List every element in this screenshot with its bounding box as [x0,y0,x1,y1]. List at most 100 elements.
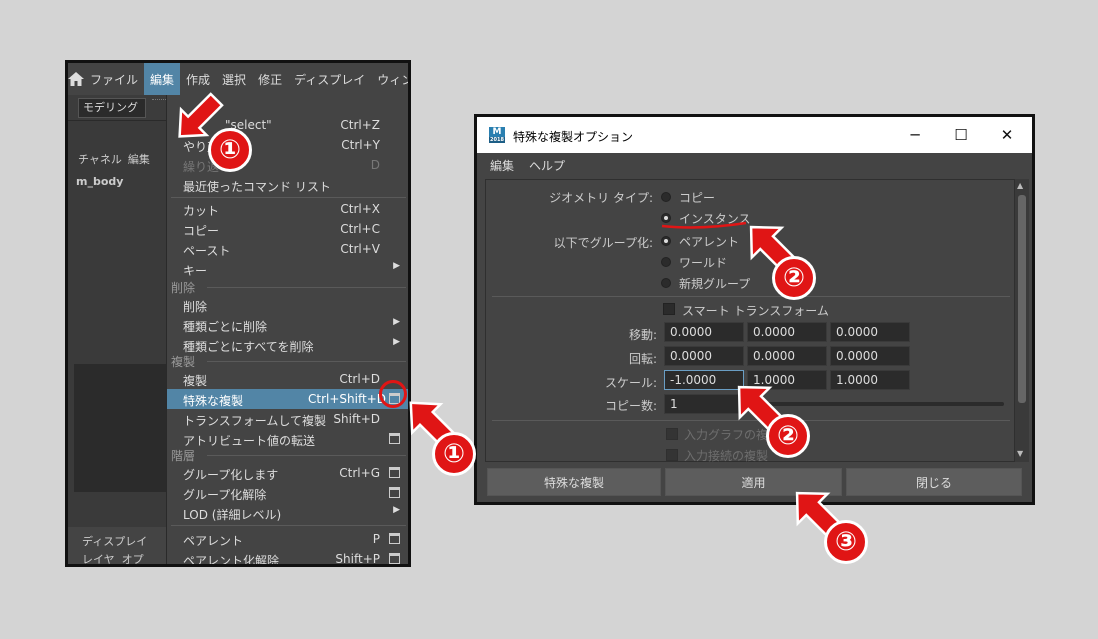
duplicate-special-options-dialog: M 2018 特殊な複製オプション ─ ☐ ✕ 編集 ヘルプ ジオメトリ タイプ:… [474,114,1035,505]
radio-copy[interactable] [661,192,671,202]
divider [492,420,1010,421]
dialog-menu-help[interactable]: ヘルプ [529,157,565,174]
menu-modify[interactable]: 修正 [252,63,288,95]
translate-x-field[interactable]: 0.0000 [664,322,744,342]
mode-select[interactable]: モデリング [78,98,146,118]
main-menubar: ファイル 編集 作成 選択 修正 ディスプレイ ウィンド [68,63,408,95]
scale-label: スケール: [604,376,657,390]
home-icon[interactable] [68,63,84,95]
radio-parent[interactable] [661,236,671,246]
edit-menu-dropdown: "select" Ctrl+Z やり直 Ctrl+Y 繰り返 D 最近使ったコマンド … [166,95,408,564]
radio-instance[interactable] [661,213,671,223]
scroll-down-icon[interactable]: ▼ [1017,449,1023,458]
option-box-icon[interactable] [389,467,400,478]
scale-y-field[interactable]: 1.0000 [747,370,827,390]
scroll-up-icon[interactable]: ▲ [1017,181,1023,190]
menu-item-unparent[interactable]: ペアレント化解除 Shift+P [167,549,408,564]
menu-create[interactable]: 作成 [180,63,216,95]
option-box-icon[interactable] [389,533,400,544]
radio-world[interactable] [661,257,671,267]
menu-item-ungroup[interactable]: グループ化解除 [167,483,408,503]
menu-item-lod[interactable]: LOD (詳細レベル) ▶ [167,503,408,523]
menu-item-repeat[interactable]: 繰り返 D [167,155,408,175]
duplicate-special-button[interactable]: 特殊な複製 [487,468,661,496]
rotate-label: 回転: [628,352,657,366]
menu-item-duplicate-special[interactable]: 特殊な複製 Ctrl+Shift+D [167,389,408,409]
step-1-badge: ① [208,128,252,172]
dialog-scrollbar[interactable]: ▲ ▼ [1015,179,1029,462]
menu-item-duplicate-with-transform[interactable]: トランスフォームして複製 Shift+D [167,409,408,429]
copies-field[interactable]: 1 [664,394,744,414]
minimize-icon[interactable]: ─ [905,125,925,145]
smart-transform-checkbox[interactable] [663,303,675,315]
translate-z-field[interactable]: 0.0000 [830,322,910,342]
option-box-icon[interactable] [389,553,400,564]
menu-windows[interactable]: ウィンド [371,63,408,95]
option-box-icon[interactable] [389,487,400,498]
menu-layer[interactable]: レイヤ [82,553,115,564]
menu-display[interactable]: ディスプレイ [288,63,371,95]
menu-item-cut[interactable]: カット Ctrl+X [167,199,408,219]
submenu-arrow-icon: ▶ [393,317,400,327]
tab-channels[interactable]: チャネル [78,153,122,166]
menu-item-delete[interactable]: 削除 [167,295,408,315]
submenu-arrow-icon: ▶ [393,261,400,271]
rotate-y-field[interactable]: 0.0000 [747,346,827,366]
duplicate-input-graph-checkbox[interactable] [666,428,678,440]
menu-item-delete-all-by-type[interactable]: 種類ごとにすべてを削除 ▶ [167,335,408,355]
dialog-options-area: ジオメトリ タイプ: コピー インスタンス 以下でグループ化: ペアレント ワー… [485,179,1015,463]
close-icon[interactable]: ✕ [997,125,1017,145]
option-box-icon[interactable] [389,393,400,404]
submenu-arrow-icon: ▶ [393,505,400,515]
dialog-titlebar: M 2018 特殊な複製オプション ─ ☐ ✕ [477,117,1032,153]
layer-editor-tabs: ディスプレイ レイヤ オプ [68,527,166,564]
channel-box-panel: チャネル 編集 m_body ディスプレイ レイヤ オプ [68,121,166,564]
menu-item-recent-commands[interactable]: 最近使ったコマンド リスト [167,175,408,195]
radio-new-group[interactable] [661,278,671,288]
divider [492,296,1010,297]
duplicate-input-connections-checkbox[interactable] [666,449,678,461]
radio-parent-label: ペアレント [679,235,740,249]
dialog-menu-edit[interactable]: 編集 [490,157,514,174]
maximize-icon[interactable]: ☐ [951,125,971,145]
option-box-icon[interactable] [389,433,400,444]
object-name[interactable]: m_body [76,175,123,188]
duplicate-input-connections-label: 入力接続の複製 [684,449,769,463]
menu-item-delete-by-type[interactable]: 種類ごとに削除 ▶ [167,315,408,335]
menu-item-transfer-attributes[interactable]: アトリビュート値の転送 [167,429,408,449]
menu-item-paste[interactable]: ペースト Ctrl+V [167,239,408,259]
menu-edit[interactable]: 編集 [144,63,181,95]
smart-transform-label: スマート トランスフォーム [682,304,829,318]
scroll-thumb[interactable] [1018,195,1026,403]
close-button[interactable]: 閉じる [846,468,1022,496]
menu-item-parent[interactable]: ペアレント P [167,529,408,549]
scale-x-field[interactable]: -1.0000 [664,370,744,390]
rotate-z-field[interactable]: 0.0000 [830,346,910,366]
group-under-label: 以下でグループ化: [553,236,653,250]
radio-new-group-label: 新規グループ [679,277,751,291]
channel-tabs: チャネル 編集 [78,151,156,167]
step-1-badge: ① [432,432,476,476]
copies-slider[interactable] [748,402,1004,406]
menu-item-duplicate[interactable]: 複製 Ctrl+D [167,369,408,389]
menu-item-copy[interactable]: コピー Ctrl+C [167,219,408,239]
scale-z-field[interactable]: 1.0000 [830,370,910,390]
tab-display[interactable]: ディスプレイ [82,533,147,549]
apply-button[interactable]: 適用 [665,468,842,496]
menu-item-group[interactable]: グループ化します Ctrl+G [167,463,408,483]
section-delete: 削除 [171,281,196,295]
copies-label: コピー数: [604,399,657,413]
menu-select[interactable]: 選択 [216,63,252,95]
menu-file[interactable]: ファイル [84,63,144,95]
translate-y-field[interactable]: 0.0000 [747,322,827,342]
menu-item-redo[interactable]: やり直 Ctrl+Y [167,135,408,155]
tab-edit[interactable]: 編集 [128,153,150,166]
step-2-badge: ② [772,256,816,300]
submenu-arrow-icon: ▶ [393,337,400,347]
maya-app-icon: M 2018 [489,127,505,143]
step-2-badge: ② [766,414,810,458]
menu-item-keys[interactable]: キー ▶ [167,259,408,279]
menu-options[interactable]: オプ [122,553,144,564]
menu-item-undo[interactable]: "select" Ctrl+Z [167,115,408,135]
rotate-x-field[interactable]: 0.0000 [664,346,744,366]
